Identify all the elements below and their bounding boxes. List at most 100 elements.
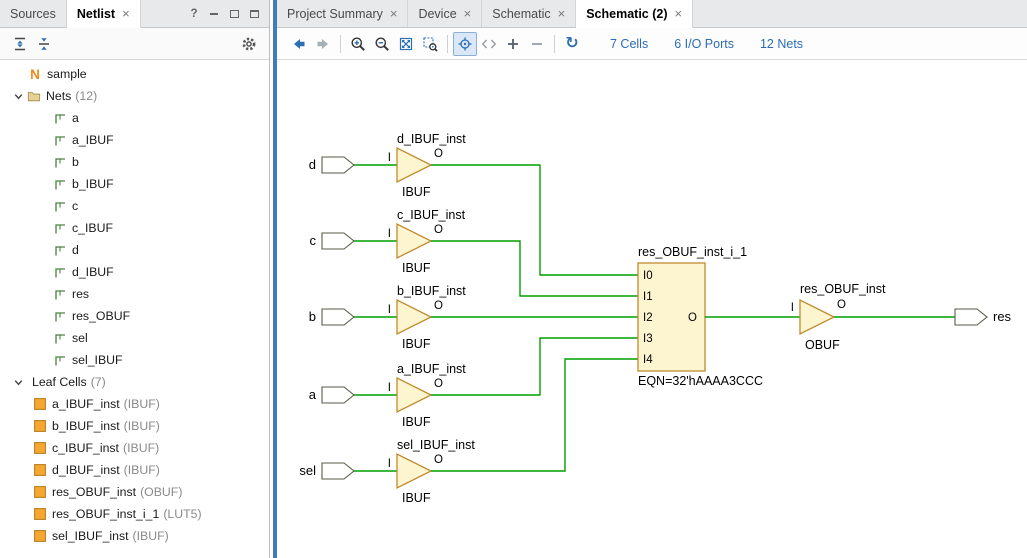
zoom-in-icon [350, 36, 366, 52]
input-port-c[interactable] [322, 233, 354, 249]
tab-label: Project Summary [287, 7, 383, 21]
cell-name-label: sel_IBUF_inst [397, 438, 475, 452]
tab-schematic-2[interactable]: Schematic (2)× [576, 0, 693, 28]
output-port-res[interactable] [955, 309, 987, 325]
netlist-net-c_IBUF[interactable]: c_IBUF [6, 217, 269, 239]
refresh-icon: ↻ [565, 36, 578, 52]
tree-group-leaf-cells[interactable]: Leaf Cells(7) [6, 371, 269, 393]
cell-a_IBUF_inst[interactable] [397, 378, 431, 412]
settings-button[interactable] [237, 32, 261, 56]
netlist-net-a[interactable]: a [6, 107, 269, 129]
refresh-button[interactable]: ↻ [560, 32, 584, 56]
cell-d_IBUF_inst[interactable] [397, 148, 431, 182]
pin-label: I [388, 458, 391, 470]
zoom-out-button[interactable] [370, 32, 394, 56]
netlist-net-c[interactable]: c [6, 195, 269, 217]
tab-close-icon[interactable]: × [464, 7, 472, 20]
back-button[interactable] [287, 32, 311, 56]
net-icon [53, 221, 67, 235]
minimize-icon[interactable] [205, 5, 223, 23]
netlist-net-res[interactable]: res [6, 283, 269, 305]
add-to-schematic-button[interactable] [501, 32, 525, 56]
autofit-selection-button[interactable] [453, 32, 477, 56]
netlist-net-a_IBUF[interactable]: a_IBUF [6, 129, 269, 151]
tree-group-nets[interactable]: Nets(12) [6, 85, 269, 107]
help-icon[interactable]: ? [185, 5, 203, 23]
schematic-canvas[interactable]: dd_IBUF_instIOIBUFcc_IBUF_instIOIBUFbb_I… [277, 60, 1027, 558]
tab-netlist[interactable]: Netlist × [67, 0, 141, 28]
net-icon [53, 177, 67, 191]
pin-label: O [434, 148, 443, 160]
pin-label: O [688, 312, 697, 324]
maximize-icon[interactable] [245, 5, 263, 23]
netlist-cell-b_IBUF_inst[interactable]: b_IBUF_inst(IBUF) [6, 415, 269, 437]
zoom-out-icon [374, 36, 390, 52]
cell-name-label: d_IBUF_inst [397, 132, 466, 146]
input-port-a[interactable] [322, 387, 354, 403]
pin-label: I [388, 152, 391, 164]
pin-label: O [434, 378, 443, 390]
netlist-net-d[interactable]: d [6, 239, 269, 261]
zoom-in-button[interactable] [346, 32, 370, 56]
net-icon [53, 111, 67, 125]
tree-label: b_IBUF_inst [52, 419, 120, 433]
cell-c_IBUF_inst[interactable] [397, 224, 431, 258]
cell-res_OBUF_inst[interactable] [800, 300, 834, 334]
tab-sources[interactable]: Sources [0, 0, 67, 27]
tab-device[interactable]: Device× [408, 0, 482, 27]
left-tabbar: Sources Netlist × ? [0, 0, 269, 28]
tree-root-sample[interactable]: Nsample [6, 63, 269, 85]
netlist-net-sel_IBUF[interactable]: sel_IBUF [6, 349, 269, 371]
netlist-net-res_OBUF[interactable]: res_OBUF [6, 305, 269, 327]
netlist-cell-res_OBUF_inst_i_1[interactable]: res_OBUF_inst_i_1(LUT5) [6, 503, 269, 525]
tab-label: Sources [10, 7, 56, 21]
expand-cone-button[interactable] [477, 32, 501, 56]
remove-from-schematic-button[interactable] [525, 32, 549, 56]
zoom-selection-button[interactable] [418, 32, 442, 56]
tree-label: a_IBUF_inst [52, 397, 120, 411]
tree-label: res_OBUF_inst_i_1 [52, 507, 159, 521]
forward-button[interactable] [311, 32, 335, 56]
pin-label: O [837, 299, 846, 311]
tab-close-icon[interactable]: × [675, 7, 683, 20]
toolbar-separator [340, 35, 341, 53]
gear-icon [241, 36, 257, 52]
netlist-net-d_IBUF[interactable]: d_IBUF [6, 261, 269, 283]
input-port-b[interactable] [322, 309, 354, 325]
design-icon: N [28, 67, 42, 82]
netlist-cell-sel_IBUF_inst[interactable]: sel_IBUF_inst(IBUF) [6, 525, 269, 547]
tab-close-icon[interactable]: × [558, 7, 566, 20]
cell-sel_IBUF_inst[interactable] [397, 454, 431, 488]
net-icon [53, 133, 67, 147]
input-port-d[interactable] [322, 157, 354, 173]
chevron-down-icon[interactable] [13, 377, 24, 388]
float-icon[interactable] [225, 5, 243, 23]
tree-label: d_IBUF_inst [52, 463, 120, 477]
expand-cone-icon [481, 36, 497, 52]
tab-close-icon[interactable]: × [122, 7, 130, 20]
collapse-all-button[interactable] [8, 32, 32, 56]
net-icon [53, 287, 67, 301]
tree-label: sel_IBUF_inst [52, 529, 129, 543]
cell-b_IBUF_inst[interactable] [397, 300, 431, 334]
input-port-sel[interactable] [322, 463, 354, 479]
chevron-down-icon[interactable] [13, 91, 24, 102]
tab-project-summary[interactable]: Project Summary × [277, 0, 408, 27]
netlist-cell-c_IBUF_inst[interactable]: c_IBUF_inst(IBUF) [6, 437, 269, 459]
netlist-cell-a_IBUF_inst[interactable]: a_IBUF_inst(IBUF) [6, 393, 269, 415]
cell-type-label: OBUF [805, 338, 840, 352]
cell-icon [33, 397, 47, 411]
tab-schematic[interactable]: Schematic× [482, 0, 576, 27]
netlist-net-sel[interactable]: sel [6, 327, 269, 349]
netlist-cell-res_OBUF_inst[interactable]: res_OBUF_inst(OBUF) [6, 481, 269, 503]
port-label-b: b [309, 309, 316, 324]
tab-close-icon[interactable]: × [390, 7, 398, 20]
tree-label: a [72, 111, 79, 125]
document-tabbar: Project Summary×Device×Schematic×Schemat… [277, 0, 1027, 28]
zoom-fit-button[interactable] [394, 32, 418, 56]
expand-all-button[interactable] [32, 32, 56, 56]
netlist-net-b[interactable]: b [6, 151, 269, 173]
netlist-net-b_IBUF[interactable]: b_IBUF [6, 173, 269, 195]
netlist-cell-d_IBUF_inst[interactable]: d_IBUF_inst(IBUF) [6, 459, 269, 481]
pin-label: I [388, 228, 391, 240]
